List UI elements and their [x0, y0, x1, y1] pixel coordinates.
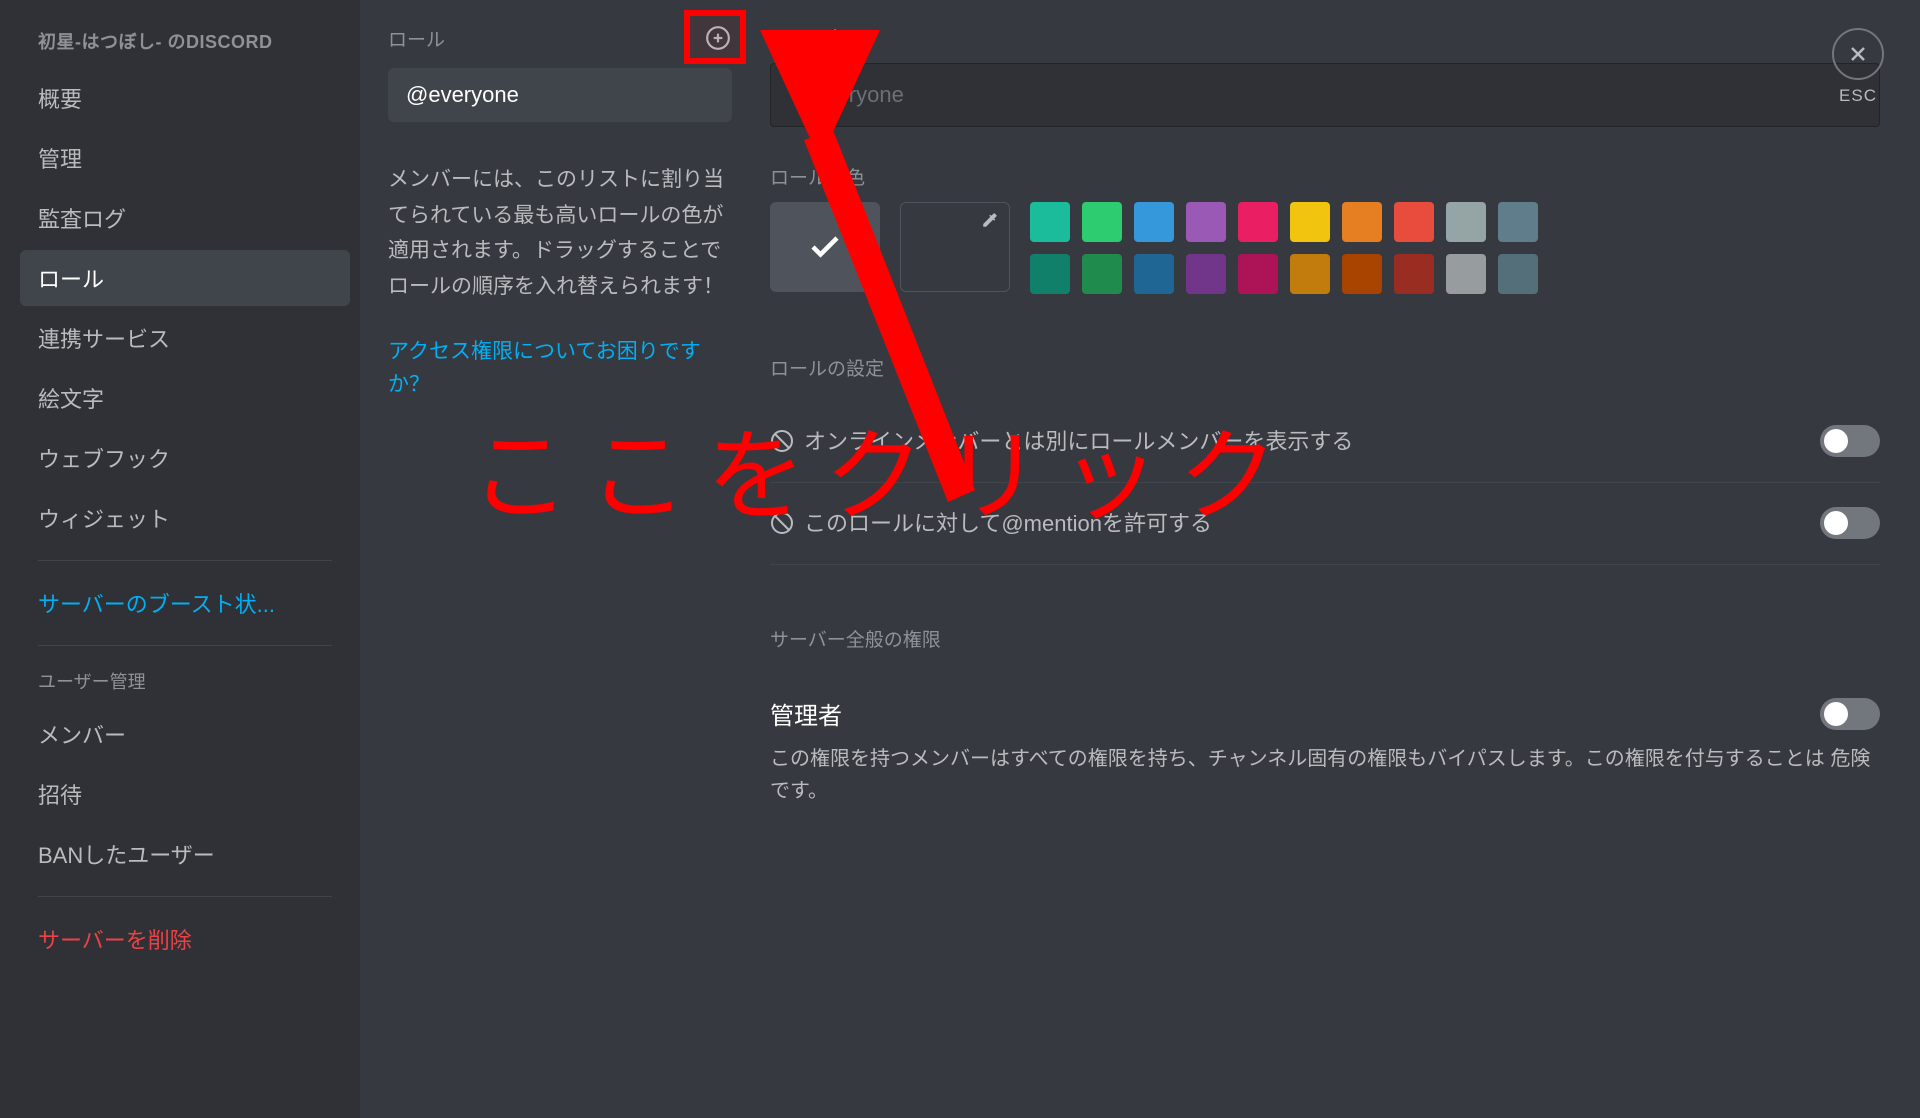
server-name: 初星-はつぼし- のDISCORD: [20, 20, 350, 66]
close-esc-label: ESC: [1832, 86, 1884, 106]
color-swatch[interactable]: [1186, 202, 1226, 242]
prohibit-icon: [770, 429, 794, 453]
close-icon: [1846, 42, 1870, 66]
plus-circle-icon: [705, 25, 731, 51]
color-swatch[interactable]: [1446, 254, 1486, 294]
color-swatch-grid: [1030, 202, 1538, 294]
sidebar-item-overview[interactable]: 概要: [20, 70, 350, 126]
close-area: ESC: [1832, 28, 1884, 106]
perm-display-separate-label: オンラインメンバーとは別にロールメンバーを表示する: [804, 425, 1353, 458]
role-settings-content: ロール名 ロールの色 ロールの設定 オンラインメンバーとは別にロールメンバー: [760, 0, 1920, 1118]
role-list-hint: メンバーには、このリストに割り当てられている最も高いロールの色が適用されます。ド…: [388, 162, 732, 305]
sidebar-item-bans[interactable]: BANしたユーザー: [20, 826, 350, 882]
color-swatch[interactable]: [1186, 254, 1226, 294]
color-swatch[interactable]: [1394, 202, 1434, 242]
color-swatch[interactable]: [1134, 254, 1174, 294]
color-swatch[interactable]: [1342, 254, 1382, 294]
add-role-button[interactable]: [704, 24, 732, 52]
color-swatch[interactable]: [1394, 254, 1434, 294]
role-color-label: ロールの色: [770, 163, 1880, 190]
color-swatch[interactable]: [1290, 202, 1330, 242]
color-swatch[interactable]: [1082, 254, 1122, 294]
color-swatch[interactable]: [1238, 254, 1278, 294]
server-permissions-section-title: サーバー全般の権限: [770, 625, 1880, 652]
sidebar-section-user-mgmt: ユーザー管理: [20, 660, 350, 702]
role-name-input[interactable]: [770, 63, 1880, 127]
divider: [38, 560, 332, 561]
role-name-label: ロール名: [770, 24, 1880, 51]
color-swatch[interactable]: [1030, 254, 1070, 294]
divider: [38, 896, 332, 897]
sidebar-item-boost-status[interactable]: サーバーのブースト状...: [20, 575, 350, 631]
color-swatch[interactable]: [1238, 202, 1278, 242]
sidebar-item-members[interactable]: メンバー: [20, 706, 350, 762]
eyedropper-icon: [981, 211, 999, 234]
role-settings-section-title: ロールの設定: [770, 354, 1880, 381]
color-swatch[interactable]: [1498, 202, 1538, 242]
role-list-title: ロール: [388, 25, 445, 52]
color-swatch[interactable]: [1498, 254, 1538, 294]
sidebar-item-webhooks[interactable]: ウェブフック: [20, 430, 350, 486]
close-button[interactable]: [1832, 28, 1884, 80]
toggle-display-separate[interactable]: [1820, 425, 1880, 457]
role-color-default[interactable]: [770, 202, 880, 292]
settings-sidebar: 初星-はつぼし- のDISCORD 概要 管理 監査ログ ロール 連携サービス …: [0, 0, 360, 1118]
role-color-custom-picker[interactable]: [900, 202, 1010, 292]
sidebar-item-integrations[interactable]: 連携サービス: [20, 310, 350, 366]
perm-admin-description: この権限を持つメンバーはすべての権限を持ち、チャンネル固有の権限もバイパスします…: [770, 743, 1880, 807]
check-icon: [807, 229, 843, 265]
sidebar-item-roles[interactable]: ロール: [20, 250, 350, 306]
role-item-everyone[interactable]: @everyone: [388, 68, 732, 122]
sidebar-item-emoji[interactable]: 絵文字: [20, 370, 350, 426]
toggle-administrator[interactable]: [1820, 698, 1880, 730]
prohibit-icon: [770, 511, 794, 535]
color-swatch[interactable]: [1134, 202, 1174, 242]
color-swatch[interactable]: [1030, 202, 1070, 242]
sidebar-item-invites[interactable]: 招待: [20, 766, 350, 822]
toggle-allow-mention[interactable]: [1820, 507, 1880, 539]
sidebar-item-audit-log[interactable]: 監査ログ: [20, 190, 350, 246]
color-swatch[interactable]: [1082, 202, 1122, 242]
color-swatch[interactable]: [1342, 202, 1382, 242]
role-list-column: ロール @everyone メンバーには、このリストに割り当てられている最も高い…: [360, 0, 760, 1118]
sidebar-item-widget[interactable]: ウィジェット: [20, 490, 350, 546]
sidebar-item-delete-server[interactable]: サーバーを削除: [20, 911, 350, 967]
color-swatch[interactable]: [1290, 254, 1330, 294]
divider: [38, 645, 332, 646]
role-permissions-help-link[interactable]: アクセス権限についてお困りですか？: [388, 335, 732, 402]
color-swatch[interactable]: [1446, 202, 1486, 242]
perm-admin-title: 管理者: [770, 696, 842, 731]
perm-allow-mention-label: このロールに対して@mentionを許可する: [804, 507, 1212, 540]
sidebar-item-moderation[interactable]: 管理: [20, 130, 350, 186]
